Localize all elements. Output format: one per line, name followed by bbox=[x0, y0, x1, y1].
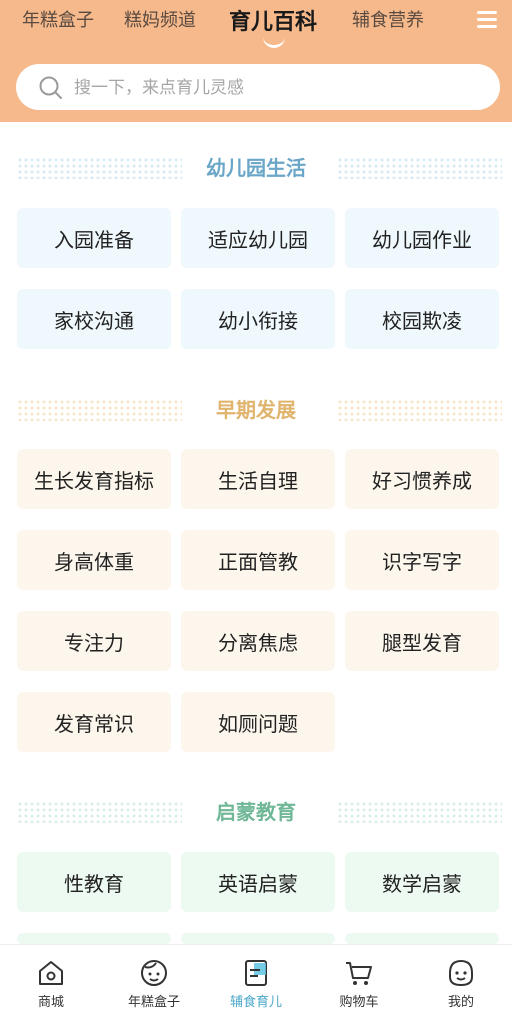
topic-item-partial bbox=[345, 933, 499, 944]
tab-parenting-wiki[interactable]: 育儿百科 bbox=[229, 4, 317, 36]
section-title-enlightenment: 启蒙教育 bbox=[0, 799, 512, 829]
bottom-tab-bar: 商城 年糕盒子 辅食育儿 购物车 我的 bbox=[0, 944, 512, 1025]
topic-item[interactable]: 幼儿园作业 bbox=[345, 208, 499, 268]
topic-item[interactable]: 如厕问题 bbox=[181, 692, 335, 752]
section-label: 幼儿园生活 bbox=[206, 156, 306, 180]
menu-icon[interactable] bbox=[477, 11, 497, 29]
topic-item[interactable]: 腿型发育 bbox=[345, 611, 499, 671]
tabbar-item-store[interactable]: 商城 bbox=[0, 945, 102, 1025]
topic-item[interactable]: 正面管教 bbox=[181, 530, 335, 590]
topic-item[interactable]: 专注力 bbox=[17, 611, 171, 671]
tabbar-label: 辅食育儿 bbox=[229, 995, 282, 1010]
topic-item[interactable]: 幼小衔接 bbox=[181, 289, 335, 349]
top-tabs: 年糕盒子 糕妈频道 育儿百科 辅食营养 bbox=[0, 0, 512, 52]
book-icon bbox=[245, 960, 267, 986]
topic-item[interactable]: 性教育 bbox=[17, 852, 171, 912]
header: 年糕盒子 糕妈频道 育儿百科 辅食营养 bbox=[0, 0, 512, 122]
profile-icon bbox=[449, 959, 473, 987]
topic-item[interactable]: 生长发育指标 bbox=[17, 449, 171, 509]
topic-item[interactable]: 分离焦虑 bbox=[181, 611, 335, 671]
topic-item-partial bbox=[17, 933, 171, 944]
topic-item[interactable]: 识字写字 bbox=[345, 530, 499, 590]
tab-niangao-box[interactable]: 年糕盒子 bbox=[22, 6, 94, 32]
topic-item[interactable]: 校园欺凌 bbox=[345, 289, 499, 349]
search-icon bbox=[39, 76, 62, 99]
topic-item[interactable]: 发育常识 bbox=[17, 692, 171, 752]
section-title-kindergarten: 幼儿园生活 bbox=[0, 155, 512, 185]
tabbar-item-cart[interactable]: 购物车 bbox=[308, 945, 410, 1025]
section-label: 早期发展 bbox=[216, 398, 296, 422]
tabbar-item-box[interactable]: 年糕盒子 bbox=[103, 945, 205, 1025]
topic-item[interactable]: 生活自理 bbox=[181, 449, 335, 509]
section-title-early-development: 早期发展 bbox=[0, 397, 512, 427]
topic-item[interactable]: 英语启蒙 bbox=[181, 852, 335, 912]
tab-food-nutrition[interactable]: 辅食营养 bbox=[352, 6, 424, 32]
search-bar[interactable] bbox=[16, 64, 500, 112]
tabbar-label: 商城 bbox=[37, 995, 64, 1010]
topic-item-partial bbox=[181, 933, 335, 944]
store-icon bbox=[39, 961, 63, 985]
tabbar-item-profile[interactable]: 我的 bbox=[410, 945, 512, 1025]
tabbar-label: 年糕盒子 bbox=[127, 995, 180, 1010]
topic-item[interactable]: 家校沟通 bbox=[17, 289, 171, 349]
search-input[interactable] bbox=[72, 64, 476, 112]
active-tab-indicator bbox=[263, 37, 285, 48]
tabbar-item-parenting[interactable]: 辅食育儿 bbox=[205, 945, 307, 1025]
tabbar-label: 我的 bbox=[447, 995, 474, 1010]
cart-icon bbox=[346, 962, 372, 985]
section-label: 启蒙教育 bbox=[216, 800, 296, 824]
topic-item[interactable]: 好习惯养成 bbox=[345, 449, 499, 509]
topic-item[interactable]: 数学启蒙 bbox=[345, 852, 499, 912]
tabbar-label: 购物车 bbox=[339, 995, 379, 1010]
topic-item[interactable]: 适应幼儿园 bbox=[181, 208, 335, 268]
box-face-icon bbox=[141, 960, 167, 986]
topic-item[interactable]: 身高体重 bbox=[17, 530, 171, 590]
tab-gaoma-channel[interactable]: 糕妈频道 bbox=[124, 6, 196, 32]
topic-item[interactable]: 入园准备 bbox=[17, 208, 171, 268]
